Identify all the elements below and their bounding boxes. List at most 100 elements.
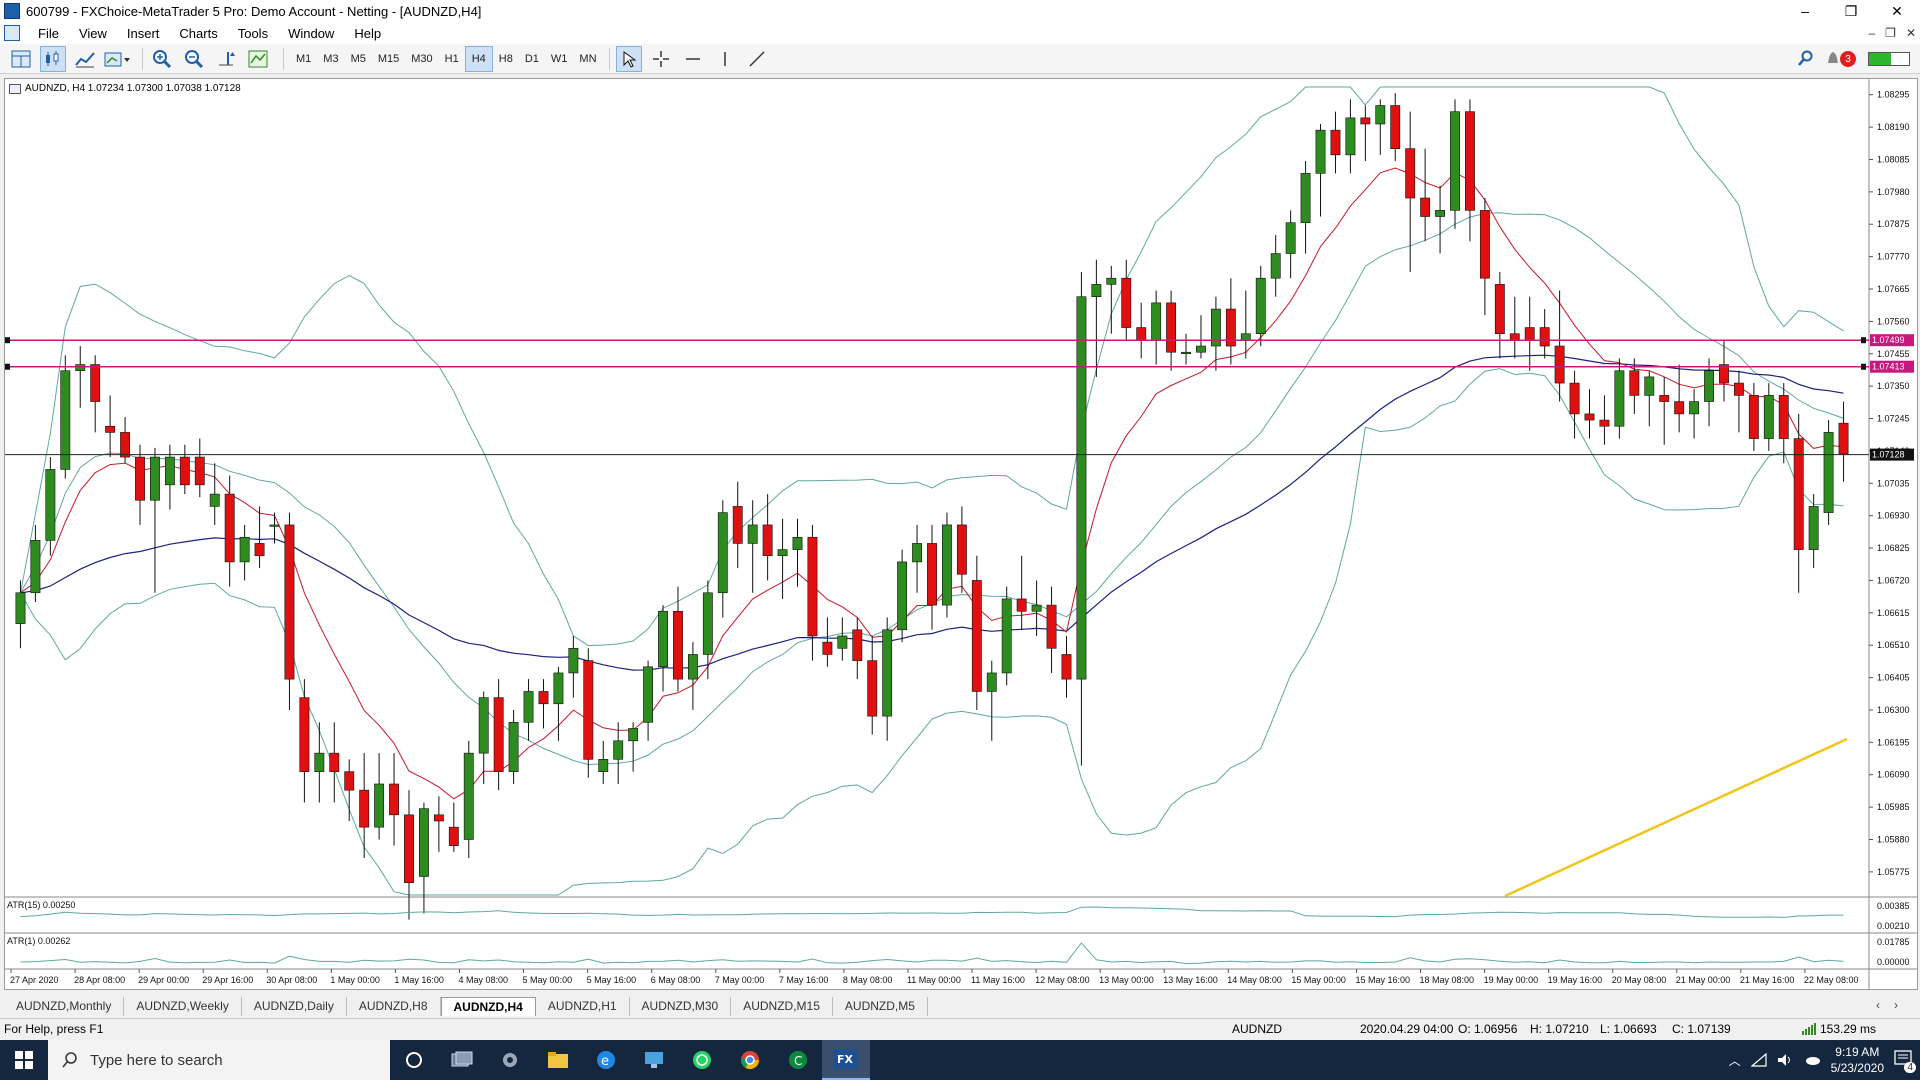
candle-body	[732, 506, 743, 544]
menu-insert[interactable]: Insert	[117, 26, 170, 41]
notifications-icon[interactable]	[1826, 51, 1840, 67]
action-center-button[interactable]: 4	[1894, 1049, 1916, 1073]
timeframe-h8[interactable]: H8	[493, 46, 519, 72]
chrome-icon[interactable]	[726, 1040, 774, 1080]
network-icon[interactable]	[1750, 1053, 1767, 1067]
onedrive-icon[interactable]	[1803, 1054, 1821, 1066]
timeframe-m30[interactable]: M30	[405, 46, 438, 72]
time-label: 11 May 16:00	[971, 975, 1025, 985]
zoom-out-icon[interactable]	[181, 46, 207, 72]
timeframe-h1[interactable]: H1	[439, 46, 465, 72]
status-symbol: AUDNZD	[1232, 1022, 1282, 1036]
menu-tools[interactable]: Tools	[228, 26, 278, 41]
candle-body	[1285, 222, 1296, 254]
candle-body	[329, 752, 340, 772]
chart-canvas[interactable]: 1.08295 1.08190 1.08085 1.07980 1.07875 1.077…	[5, 79, 1917, 989]
indicators-icon[interactable]	[245, 46, 271, 72]
remote-desktop-icon[interactable]	[630, 1040, 678, 1080]
templates-icon[interactable]	[104, 46, 130, 72]
fxchoice-metatrader-icon[interactable]: FX	[822, 1040, 870, 1080]
menu-bar: File View Insert Charts Tools Window Hel…	[0, 22, 1920, 44]
vertical-line-icon[interactable]	[712, 46, 738, 72]
candle-body	[942, 524, 952, 606]
mdi-close-icon[interactable]: ✕	[1906, 26, 1916, 40]
tab-daily[interactable]: AUDNZD,Daily	[242, 997, 347, 1016]
timeframe-m5[interactable]: M5	[345, 46, 372, 72]
start-button[interactable]	[0, 1040, 48, 1080]
candle-body	[90, 364, 101, 402]
trendline-icon[interactable]	[744, 46, 770, 72]
candle-body	[1494, 284, 1505, 335]
system-clock[interactable]: 9:19 AM 5/23/2020	[1831, 1044, 1884, 1076]
cursor-icon[interactable]	[615, 45, 642, 72]
candle-body	[1240, 333, 1251, 341]
windows-logo-icon	[15, 1051, 33, 1069]
price-label: 1.08190	[1877, 122, 1910, 132]
whatsapp-icon[interactable]	[678, 1040, 726, 1080]
timeframe-m3[interactable]: M3	[317, 46, 344, 72]
menu-help[interactable]: Help	[344, 26, 391, 41]
line-chart-icon[interactable]	[72, 46, 98, 72]
time-label: 5 May 00:00	[523, 975, 573, 985]
timeframe-w1[interactable]: W1	[545, 46, 574, 72]
price-label: 1.08085	[1877, 154, 1910, 164]
market-watch-icon[interactable]	[8, 46, 34, 72]
tab-m5[interactable]: AUDNZD,M5	[833, 997, 928, 1016]
atr15-line	[20, 906, 1844, 918]
price-label: 1.06930	[1877, 511, 1910, 521]
time-label: 20 May 08:00	[1612, 975, 1667, 985]
taskbar-search-box[interactable]: Type here to search	[48, 1040, 390, 1080]
candle-body	[553, 672, 564, 705]
indicator-scale-label: 0.00210	[1877, 921, 1910, 931]
search-icon[interactable]	[1798, 50, 1814, 69]
chart-window[interactable]: 1.08295 1.08190 1.08085 1.07980 1.07875 1.077…	[4, 78, 1918, 990]
candle-body	[1270, 253, 1281, 279]
tab-h1[interactable]: AUDNZD,H1	[536, 997, 630, 1016]
cortana-icon[interactable]	[390, 1040, 438, 1080]
restore-button[interactable]: ❐	[1828, 0, 1874, 22]
edge-browser-icon[interactable]: e	[582, 1040, 630, 1080]
tab-m15[interactable]: AUDNZD,M15	[731, 997, 833, 1016]
minimize-button[interactable]: –	[1782, 0, 1828, 22]
candlestick-chart-icon[interactable]	[40, 45, 66, 72]
zoom-in-icon[interactable]	[149, 46, 175, 72]
mdi-restore-icon[interactable]: ❐	[1885, 26, 1896, 40]
tray-overflow-icon[interactable]: ︿	[1729, 1052, 1741, 1069]
file-explorer-icon[interactable]	[534, 1040, 582, 1080]
timeframe-m15[interactable]: M15	[372, 46, 405, 72]
chart-window-icon[interactable]	[4, 25, 20, 41]
timeframe-mn[interactable]: MN	[573, 46, 602, 72]
menu-window[interactable]: Window	[278, 26, 344, 41]
menu-file[interactable]: File	[28, 26, 69, 41]
close-button[interactable]: ✕	[1874, 0, 1920, 22]
time-label: 4 May 08:00	[458, 975, 508, 985]
green-app-icon[interactable]: C	[774, 1040, 822, 1080]
timeframe-m1[interactable]: M1	[290, 46, 317, 72]
candle-body	[897, 561, 908, 631]
chart-shift-icon[interactable]	[213, 46, 239, 72]
time-label: 30 Apr 08:00	[266, 975, 317, 985]
tab-h8[interactable]: AUDNZD,H8	[347, 997, 441, 1016]
time-label: 27 Apr 2020	[10, 975, 59, 985]
candle-body	[299, 697, 310, 772]
menu-charts[interactable]: Charts	[169, 26, 227, 41]
chart-menu-icon[interactable]	[9, 83, 21, 94]
volume-icon[interactable]	[1777, 1053, 1793, 1067]
timeframe-h4[interactable]: H4	[464, 45, 493, 72]
tab-scroll-arrows[interactable]: ‹›	[1876, 998, 1912, 1012]
tab-monthly[interactable]: AUDNZD,Monthly	[4, 997, 125, 1016]
tab-m30[interactable]: AUDNZD,M30	[630, 997, 732, 1016]
candle-body	[1136, 327, 1147, 341]
tab-weekly[interactable]: AUDNZD,Weekly	[124, 997, 242, 1016]
menu-view[interactable]: View	[69, 26, 117, 41]
atr15-label: ATR(15) 0.00250	[7, 900, 75, 910]
candle-body	[1255, 277, 1266, 335]
horizontal-line-icon[interactable]	[680, 46, 706, 72]
price-label: 1.07560	[1877, 316, 1910, 326]
settings-app-icon[interactable]	[486, 1040, 534, 1080]
mdi-minimize-icon[interactable]: –	[1868, 26, 1875, 40]
timeframe-d1[interactable]: D1	[519, 46, 545, 72]
tab-h4[interactable]: AUDNZD,H4	[440, 997, 536, 1016]
crosshair-icon[interactable]	[648, 46, 674, 72]
task-view-icon[interactable]	[438, 1040, 486, 1080]
